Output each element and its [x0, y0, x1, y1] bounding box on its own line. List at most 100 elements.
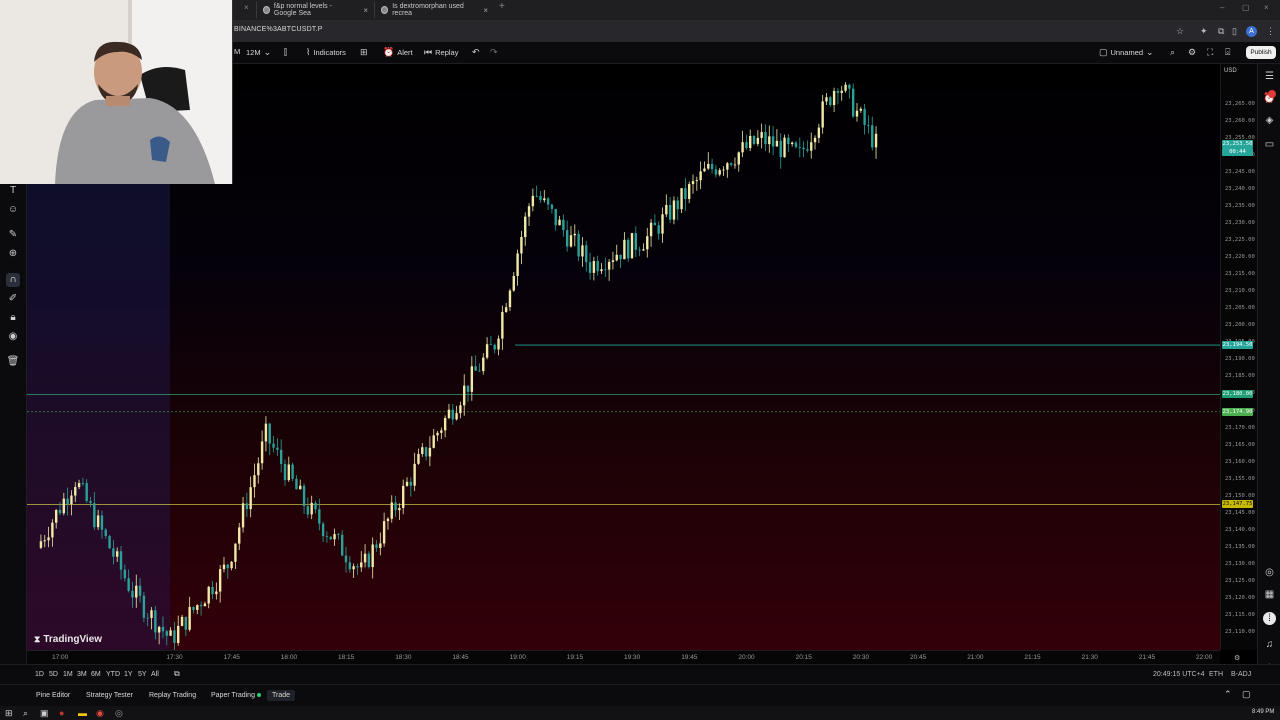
- settings-button[interactable]: ⚙: [1188, 47, 1196, 58]
- go-to-date-icon[interactable]: ⧉: [174, 669, 180, 679]
- new-tab-button[interactable]: +: [499, 1, 505, 12]
- close-window-button[interactable]: ×: [1264, 3, 1269, 12]
- candle-body: [749, 135, 752, 149]
- chart-type-button[interactable]: ⫿: [284, 47, 287, 58]
- candle-body: [54, 509, 58, 523]
- candle-body: [524, 216, 527, 238]
- profile-avatar[interactable]: A: [1246, 26, 1257, 37]
- range-button[interactable]: 1Y: [124, 671, 133, 678]
- search-icon[interactable]: ⌕: [23, 708, 28, 719]
- chrome-icon[interactable]: ◉: [96, 708, 104, 719]
- magnet-icon[interactable]: ∩: [6, 273, 20, 287]
- webcam-person-image: [0, 0, 232, 184]
- snapshot-button[interactable]: ⌻: [1225, 47, 1230, 58]
- candle-body: [218, 569, 222, 592]
- task-view-icon[interactable]: ▣: [40, 708, 49, 719]
- candle-body: [668, 205, 672, 220]
- quick-search-button[interactable]: ⌕: [1170, 47, 1175, 58]
- tab-replay-trading[interactable]: Replay Trading: [149, 692, 196, 699]
- range-button[interactable]: 1M: [63, 671, 73, 678]
- replay-icon: ⏮: [424, 47, 433, 57]
- redo-icon: ↷: [490, 47, 498, 57]
- browser-tab[interactable]: Is dextromorphan used recrea ×: [374, 2, 494, 18]
- interval-prefix[interactable]: M: [234, 47, 240, 56]
- candle-body: [844, 84, 847, 91]
- calendar-icon[interactable]: ▦: [1263, 588, 1276, 601]
- maximize-button[interactable]: ▢: [1242, 3, 1250, 12]
- time-axis-settings-icon[interactable]: ⚙: [1234, 654, 1240, 662]
- lock-icon[interactable]: 🔒︎: [6, 311, 20, 325]
- app-icon[interactable]: ◎: [115, 708, 123, 719]
- text-tool-icon[interactable]: T: [6, 184, 20, 198]
- extensions-puzzle-icon[interactable]: ⧉: [1218, 26, 1224, 37]
- minimize-button[interactable]: –: [1220, 3, 1224, 12]
- close-tab-icon[interactable]: ×: [483, 6, 488, 15]
- collapse-panel-icon[interactable]: ⌃: [1224, 689, 1232, 700]
- fullscreen-button[interactable]: ⛶: [1207, 47, 1213, 58]
- candle-body: [874, 133, 878, 148]
- range-button[interactable]: 6M: [91, 671, 101, 678]
- candle-body: [821, 101, 824, 128]
- tab-pine-editor[interactable]: Pine Editor: [36, 692, 70, 699]
- tab-paper-trading[interactable]: Paper Trading: [211, 692, 261, 699]
- clock-timezone[interactable]: 20:49:15 UTC+4: [1153, 671, 1205, 678]
- layers-icon[interactable]: ◈: [1263, 114, 1276, 127]
- tab-trade[interactable]: Trade: [267, 690, 296, 701]
- file-explorer-icon[interactable]: ▬: [78, 708, 87, 718]
- extension-icon[interactable]: ✦: [1200, 26, 1208, 37]
- adjustment-toggle[interactable]: B-ADJ: [1231, 671, 1251, 678]
- emoji-tool-icon[interactable]: ☺: [6, 203, 20, 217]
- app-red-icon[interactable]: ●: [59, 708, 64, 718]
- trash-icon[interactable]: 🗑︎: [6, 355, 20, 369]
- target-icon[interactable]: ◎: [1263, 566, 1276, 579]
- time-tick-label: 17:30: [166, 654, 183, 661]
- candle-body: [413, 463, 416, 486]
- time-scale[interactable]: 17:00 17:30 17:45 18:00 18:15 18:30 18:45 19:00…: [27, 650, 1220, 664]
- range-button[interactable]: 3M: [77, 671, 87, 678]
- interval-selector[interactable]: 12M ⌄: [246, 47, 271, 58]
- close-tab-icon[interactable]: ×: [363, 6, 368, 15]
- chat-icon[interactable]: ▭: [1263, 138, 1276, 151]
- candle-body: [127, 578, 130, 591]
- stay-in-drawing-icon[interactable]: ✐: [6, 292, 20, 306]
- templates-button[interactable]: ⊞: [360, 47, 368, 58]
- undo-button[interactable]: ↶: [472, 47, 480, 58]
- bookmark-star-icon[interactable]: ☆: [1176, 26, 1184, 37]
- candle-body: [142, 595, 146, 618]
- maximize-panel-icon[interactable]: ▢: [1242, 689, 1251, 700]
- apps-grid-icon[interactable]: ⁞: [1263, 612, 1276, 625]
- candle-body: [756, 137, 760, 144]
- range-button[interactable]: 5Y: [138, 671, 147, 678]
- watchlist-icon[interactable]: ☰: [1263, 70, 1276, 83]
- session-toggle[interactable]: ETH: [1209, 671, 1223, 678]
- tradingview-logo-icon: ⧗: [34, 634, 41, 644]
- close-tab-icon[interactable]: ×: [244, 3, 249, 12]
- range-button[interactable]: All: [151, 671, 159, 678]
- time-tick-label: 21:45: [1138, 654, 1156, 661]
- time-tick-label: 19:30: [624, 654, 641, 661]
- currency-label[interactable]: USD: [1224, 68, 1237, 74]
- zoom-in-icon[interactable]: ⊕: [6, 247, 20, 261]
- range-button[interactable]: YTD: [106, 671, 120, 678]
- layout-selector[interactable]: ▢ Unnamed ⌄: [1099, 47, 1154, 58]
- windows-start-icon[interactable]: ⊞: [5, 708, 13, 719]
- notifications-icon[interactable]: ♫: [1263, 638, 1276, 651]
- range-button[interactable]: 1D: [35, 671, 44, 678]
- candle-body: [840, 90, 843, 93]
- hide-drawings-icon[interactable]: ◉: [6, 330, 20, 344]
- indicators-button[interactable]: ⌇ Indicators: [306, 47, 346, 58]
- browser-tab[interactable]: f&p normal levels - Google Sea ×: [256, 2, 374, 18]
- price-scale[interactable]: 23,265.0023,260.0023,255.0023,250.0023,2…: [1220, 64, 1257, 650]
- range-button[interactable]: 5D: [49, 671, 58, 678]
- replay-button[interactable]: ⏮ Replay: [424, 47, 458, 58]
- candle-body: [810, 142, 813, 151]
- candle-body: [459, 405, 462, 414]
- ruler-icon[interactable]: ✎: [6, 228, 20, 242]
- alert-button[interactable]: ⏰ Alert: [383, 47, 413, 58]
- redo-button[interactable]: ↷: [490, 47, 498, 58]
- browser-menu-icon[interactable]: ⋮: [1266, 26, 1275, 37]
- url-field[interactable]: BINANCE%3ABTCUSDT.P: [234, 26, 323, 33]
- tab-strategy-tester[interactable]: Strategy Tester: [86, 692, 133, 699]
- sidebar-icon[interactable]: ▯: [1232, 26, 1237, 37]
- publish-button[interactable]: Publish: [1246, 46, 1276, 59]
